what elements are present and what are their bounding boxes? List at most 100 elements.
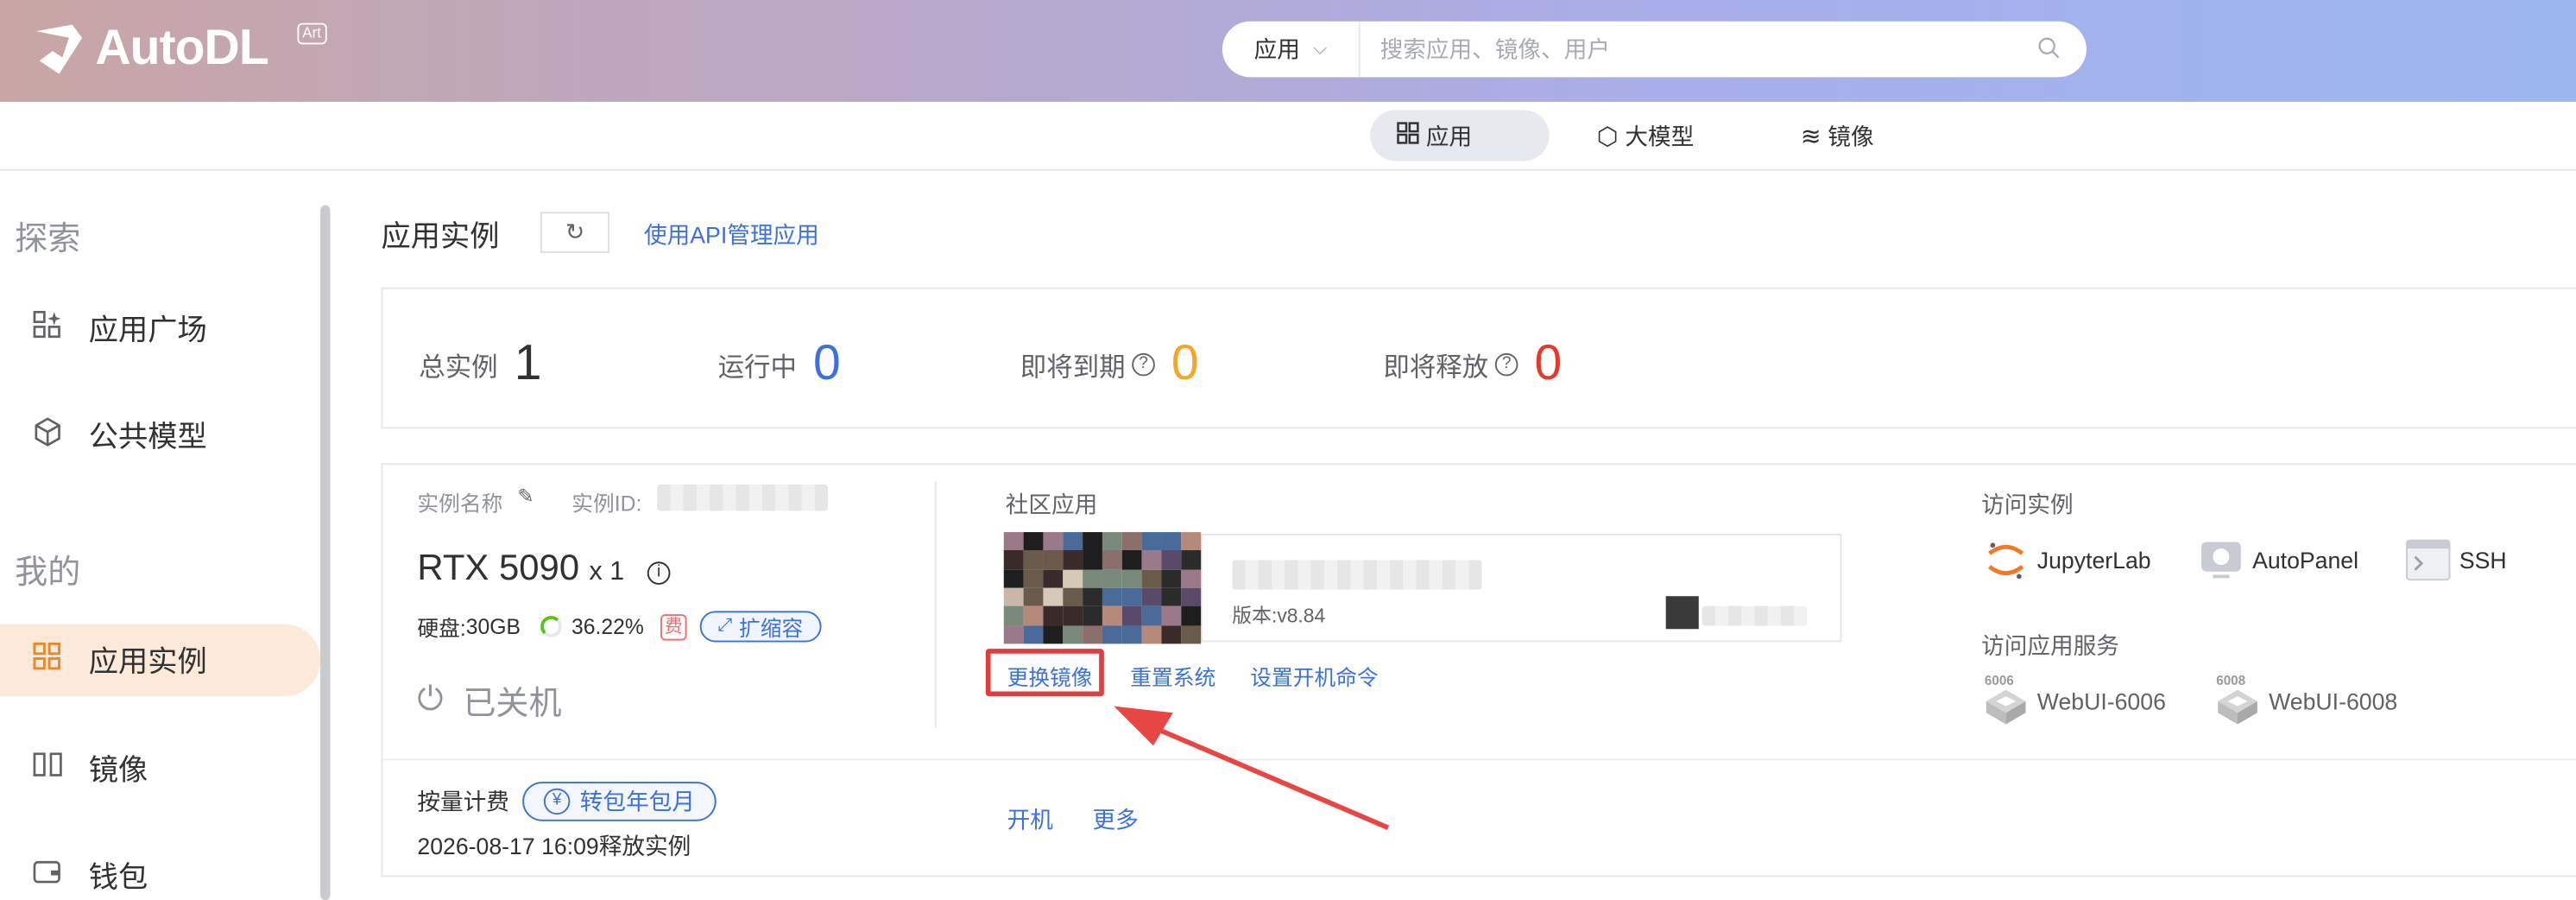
sidebar-item-app-instances[interactable]: 应用实例 (0, 624, 321, 697)
service-cube-icon: 6008 (2213, 673, 2262, 726)
thumbnail-pixel (1003, 550, 1024, 570)
disk-usage-ring-icon (540, 616, 562, 637)
thumbnail-pixel (1121, 550, 1142, 570)
edit-icon[interactable]: ✎ (517, 485, 534, 508)
tab-apps-label: 应用 (1425, 122, 1473, 149)
help-icon[interactable]: ? (1132, 352, 1155, 377)
power-icon: ⏻ (417, 681, 444, 718)
expand-disk-button[interactable]: ⤢ 扩缩容 (699, 611, 822, 643)
service-port-badge: 6006 (1984, 673, 2014, 688)
thumbnail-pixel (1121, 532, 1142, 551)
help-icon[interactable]: ? (1494, 352, 1518, 377)
search-icon[interactable] (2037, 35, 2087, 63)
thumbnail-pixel (1003, 606, 1024, 625)
billing-row: 按量计费 ¥ 转包年包月 (417, 782, 717, 821)
autopanel-button[interactable]: AutoPanel (2196, 536, 2358, 585)
thumbnail-pixel (1083, 587, 1102, 607)
gpu-model: RTX 5090 (417, 547, 580, 588)
sidebar-scrollbar[interactable] (320, 205, 331, 900)
sidebar-section-mine: 我的 (15, 555, 81, 592)
disk-usage: 36.22% (571, 614, 644, 639)
thumbnail-pixel (1141, 606, 1162, 625)
thumbnail-pixel (1043, 624, 1064, 644)
community-app-title: 社区应用 (1005, 491, 1098, 517)
access-service-title: 访问应用服务 (1981, 632, 2119, 659)
expand-label: 扩缩容 (738, 616, 804, 641)
thumbnail-pixel (1181, 569, 1202, 588)
thumbnail-pixel (1102, 587, 1122, 607)
sidebar-item-wallet[interactable]: 钱包 (0, 840, 320, 900)
stat-releasing: 即将释放 ? 0 (1383, 337, 1562, 393)
thumbnail-pixel (1181, 532, 1202, 551)
sidebar-item-images[interactable]: 镜像 (0, 732, 320, 805)
thumbnail-pixel (1063, 532, 1083, 551)
ssh-label: SSH (2459, 547, 2507, 574)
thumbnail-pixel (1023, 624, 1044, 644)
thumbnail-pixel (1063, 587, 1083, 607)
jupyter-icon (1981, 536, 2030, 585)
logo-text: AutoDL (95, 21, 268, 76)
refresh-button[interactable]: ↻ (540, 212, 610, 253)
fee-badge[interactable]: 费 (660, 613, 687, 640)
thumbnail-pixel (1023, 587, 1044, 607)
info-icon[interactable]: i (647, 561, 671, 585)
autopanel-label: AutoPanel (2252, 547, 2359, 574)
grid-icon (1397, 121, 1420, 150)
boot-command-link[interactable]: 设置开机命令 (1250, 660, 1378, 691)
thumbnail-pixel (1161, 606, 1182, 625)
thumbnail-pixel (1063, 624, 1083, 644)
access-instance-title: 访问实例 (1981, 491, 2074, 517)
thumbnail-pixel (1083, 624, 1102, 644)
ssh-button[interactable]: SSH (2403, 536, 2507, 585)
instance-name-label: 实例名称 (417, 491, 503, 517)
reset-system-link[interactable]: 重置系统 (1130, 660, 1215, 691)
thumbnail-pixel (1023, 606, 1044, 625)
gpu-spec: RTX 5090 x 1 i (417, 547, 671, 589)
thumbnail-pixel (1003, 569, 1024, 588)
service-port-badge: 6008 (2216, 673, 2246, 688)
status-text: 已关机 (463, 686, 562, 723)
api-manage-link[interactable]: 使用API管理应用 (644, 219, 819, 251)
thumbnail-pixel (1043, 587, 1064, 607)
thumbnail-pixel (1121, 624, 1142, 644)
change-image-link[interactable]: 更换镜像 (1007, 660, 1093, 691)
sidebar-item-app-market[interactable]: 应用广场 (0, 292, 320, 364)
sidebar-item-public-models[interactable]: 公共模型 (0, 399, 320, 472)
annotation-arrow (1114, 706, 1390, 830)
thumbnail-pixel (1121, 587, 1142, 607)
search-scope-select[interactable]: 应用 ⌵ (1222, 21, 1361, 78)
webui-6008-button[interactable]: 6008 WebUI-6008 (2213, 673, 2398, 726)
thumbnail-pixel (1141, 587, 1162, 607)
chevron-down-icon: ⌵ (1313, 38, 1328, 59)
thumbnail-pixel (1181, 606, 1202, 625)
jupyterlab-label: JupyterLab (2036, 547, 2151, 574)
thumbnail-pixel (1003, 624, 1024, 644)
thumbnail-pixel (1083, 569, 1102, 588)
thumbnail-pixel (1023, 569, 1044, 588)
instance-id-label: 实例ID: (571, 491, 642, 517)
tab-apps[interactable]: 应用 (1370, 110, 1550, 162)
stat-total: 总实例 1 (419, 337, 541, 393)
thumbnail-pixel (1063, 606, 1083, 625)
convert-icon: ¥ (543, 788, 571, 815)
thumbnail-pixel (1181, 550, 1202, 570)
autodl-logo[interactable]: AutoDL Art (29, 16, 326, 82)
thumbnail-pixel (1161, 587, 1182, 607)
panel-icon (2196, 536, 2245, 585)
grid-icon (29, 641, 66, 680)
card-vertical-divider (934, 481, 937, 728)
search-input[interactable]: 搜索应用、镜像、用户 (1361, 33, 2037, 66)
webui-6006-button[interactable]: 6006 WebUI-6006 (1981, 673, 2166, 726)
image-icon (29, 750, 66, 788)
tab-images[interactable]: ≋ 镜像 (1774, 110, 1900, 161)
webui-6008-label: WebUI-6008 (2269, 688, 2398, 715)
tab-llm[interactable]: ⬡ 大模型 (1570, 110, 1720, 161)
power-on-button[interactable]: 开机 (1007, 803, 1053, 836)
sidebar-item-label: 公共模型 (88, 420, 207, 453)
service-cube-icon: 6006 (1981, 673, 2030, 726)
apps-sparkle-icon (29, 309, 66, 347)
jupyterlab-button[interactable]: JupyterLab (1981, 536, 2151, 585)
thumbnail-pixel (1102, 606, 1122, 625)
more-button[interactable]: 更多 (1093, 803, 1139, 836)
convert-billing-button[interactable]: ¥ 转包年包月 (522, 782, 717, 821)
